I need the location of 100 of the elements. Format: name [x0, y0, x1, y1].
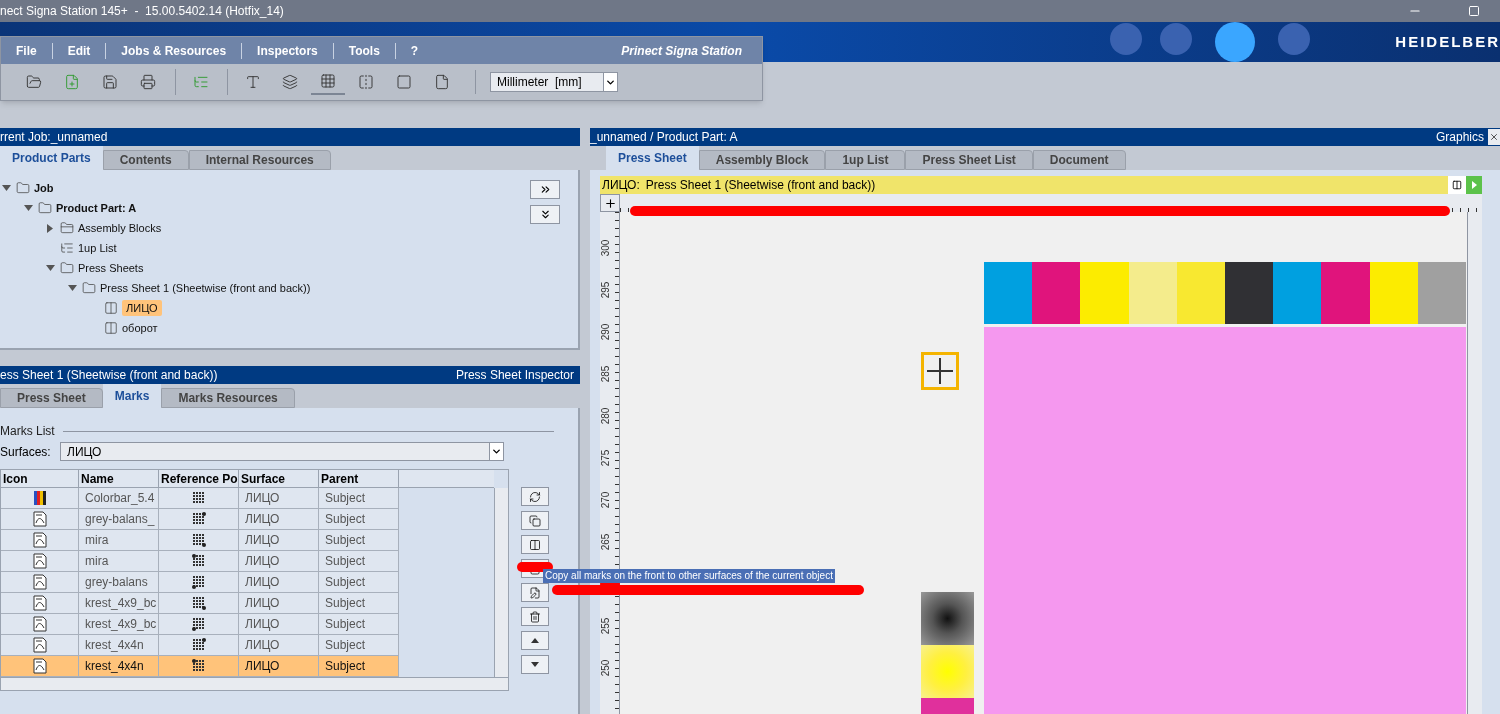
table-row[interactable]: krest_4x9_bc ЛИЦО Subject [1, 593, 399, 614]
surfaces-dropdown[interactable]: ЛИЦО [60, 442, 504, 461]
redaction-mark [517, 562, 553, 572]
tab[interactable]: Marks Resources [161, 388, 295, 408]
panel-header: ess Sheet 1 (Sheetwise (front and back)) [0, 367, 218, 384]
surface-icon [104, 301, 118, 315]
tab[interactable]: Internal Resources [188, 150, 331, 170]
horizontal-scrollbar[interactable] [1, 677, 508, 690]
plus-icon [603, 196, 617, 210]
table-row[interactable]: mira ЛИЦО Subject [1, 551, 399, 572]
tab[interactable]: Document [1032, 150, 1126, 170]
table-cell: krest_4x9_bc [79, 593, 159, 614]
tab[interactable]: Press Sheet [606, 146, 699, 170]
maximize-icon[interactable] [1468, 5, 1480, 17]
tree-item[interactable]: 1up List [78, 239, 117, 257]
split-icon [1452, 180, 1462, 190]
menu-item[interactable]: Inspectors [242, 41, 333, 60]
document-icon [32, 511, 47, 527]
menu-item[interactable]: File [1, 41, 52, 60]
table-cell: mira [79, 551, 159, 572]
expanded-triangle-icon[interactable] [67, 285, 77, 291]
panel-header: rrent Job:_unnamed [0, 128, 580, 146]
tab[interactable]: Press Sheet List [905, 150, 1033, 170]
table-cell: grey-balans [79, 572, 159, 593]
move-down-button[interactable] [521, 655, 549, 674]
delete-button[interactable] [521, 607, 549, 626]
table-row[interactable]: krest_4x9_bc ЛИЦО Subject [1, 614, 399, 635]
fit-button[interactable] [1448, 176, 1466, 194]
tree-item[interactable]: оборот [122, 319, 158, 337]
refresh-button[interactable] [521, 487, 549, 506]
tree-item[interactable]: ЛИЦО [122, 299, 162, 317]
document-icon [32, 658, 47, 674]
banner-bubble-icon [1159, 22, 1194, 56]
ruler-label: 280 [600, 406, 612, 427]
table-cell: krest_4x4n [79, 656, 159, 677]
tab[interactable]: Press Sheet [0, 388, 103, 408]
tab[interactable]: 1up List [825, 150, 906, 170]
forward-button[interactable] [530, 180, 560, 199]
table-cell: ЛИЦО [239, 551, 319, 572]
tab[interactable]: Contents [102, 150, 189, 170]
menu-item[interactable]: Jobs & Resources [106, 41, 242, 60]
folder-icon [60, 221, 74, 235]
expanded-triangle-icon[interactable] [1, 185, 11, 191]
move-up-button[interactable] [521, 631, 549, 650]
vertical-scrollbar[interactable] [494, 488, 508, 677]
table-cell: Subject [319, 635, 399, 656]
tab[interactable]: Marks [102, 384, 162, 408]
copy-icon [529, 514, 541, 527]
list-icon [60, 241, 74, 255]
document-icon [32, 595, 47, 611]
column-header[interactable]: Name [79, 470, 159, 487]
origin-button[interactable] [600, 194, 620, 212]
refresh-icon [529, 490, 541, 503]
tree-item[interactable]: Assembly Blocks [78, 219, 162, 237]
tab[interactable]: Product Parts [0, 146, 103, 170]
document-icon [32, 532, 47, 548]
table-row[interactable]: krest_4x4n ЛИЦО Subject [1, 656, 399, 677]
menu-item[interactable]: Edit [52, 41, 106, 60]
company-logo: HEIDELBER [1395, 31, 1500, 52]
table-cell: Subject [319, 509, 399, 530]
close-button[interactable] [1488, 129, 1500, 145]
tree-item[interactable]: Job [34, 179, 54, 197]
tree-item[interactable]: Press Sheets [78, 259, 144, 277]
collapsed-triangle-icon[interactable] [47, 223, 53, 233]
ruler-label: 290 [600, 322, 612, 343]
banner-bubble-icon [1109, 22, 1144, 56]
table-cell: mira [79, 530, 159, 551]
expanded-triangle-icon[interactable] [23, 205, 33, 211]
column-header[interactable]: Reference Po [159, 470, 239, 487]
vertical-scrollbar[interactable] [1467, 212, 1482, 714]
tab[interactable]: Assembly Block [698, 150, 826, 170]
table-row[interactable]: krest_4x4n ЛИЦО Subject [1, 635, 399, 656]
unit-dropdown[interactable]: Millimeter [mm] [490, 72, 618, 92]
tree-item[interactable]: Product Part: A [56, 199, 137, 217]
column-header[interactable]: Surface [239, 470, 319, 487]
column-header[interactable]: Parent [319, 470, 399, 487]
folder-icon [38, 201, 52, 215]
edit-button[interactable] [521, 583, 549, 602]
menu-item[interactable]: Tools [333, 41, 395, 60]
expanded-triangle-icon[interactable] [45, 265, 55, 271]
ruler-label: 300 [600, 238, 612, 259]
table-row[interactable]: grey-balans ЛИЦО Subject [1, 572, 399, 593]
table-cell: ЛИЦО [239, 656, 319, 677]
copy-surfaces-button[interactable] [521, 535, 549, 554]
table-row[interactable]: Colorbar_5.4 ЛИЦО Subject [1, 488, 399, 509]
column-header[interactable]: Icon [1, 470, 79, 487]
ruler-label: 295 [600, 280, 612, 301]
table-cell: Subject [319, 614, 399, 635]
table-cell: Subject [319, 530, 399, 551]
ruler-label: 275 [600, 448, 612, 469]
document-icon [32, 574, 47, 590]
table-row[interactable]: mira ЛИЦО Subject [1, 530, 399, 551]
menu-item[interactable]: ? [395, 41, 434, 60]
table-row[interactable]: grey-balans_ ЛИЦО Subject [1, 509, 399, 530]
copy-button[interactable] [521, 511, 549, 530]
document-icon [32, 616, 47, 632]
expand-all-button[interactable] [530, 205, 560, 224]
table-cell: Subject [319, 572, 399, 593]
tree-item[interactable]: Press Sheet 1 (Sheetwise (front and back)) [100, 279, 311, 297]
table-cell: ЛИЦО [239, 572, 319, 593]
